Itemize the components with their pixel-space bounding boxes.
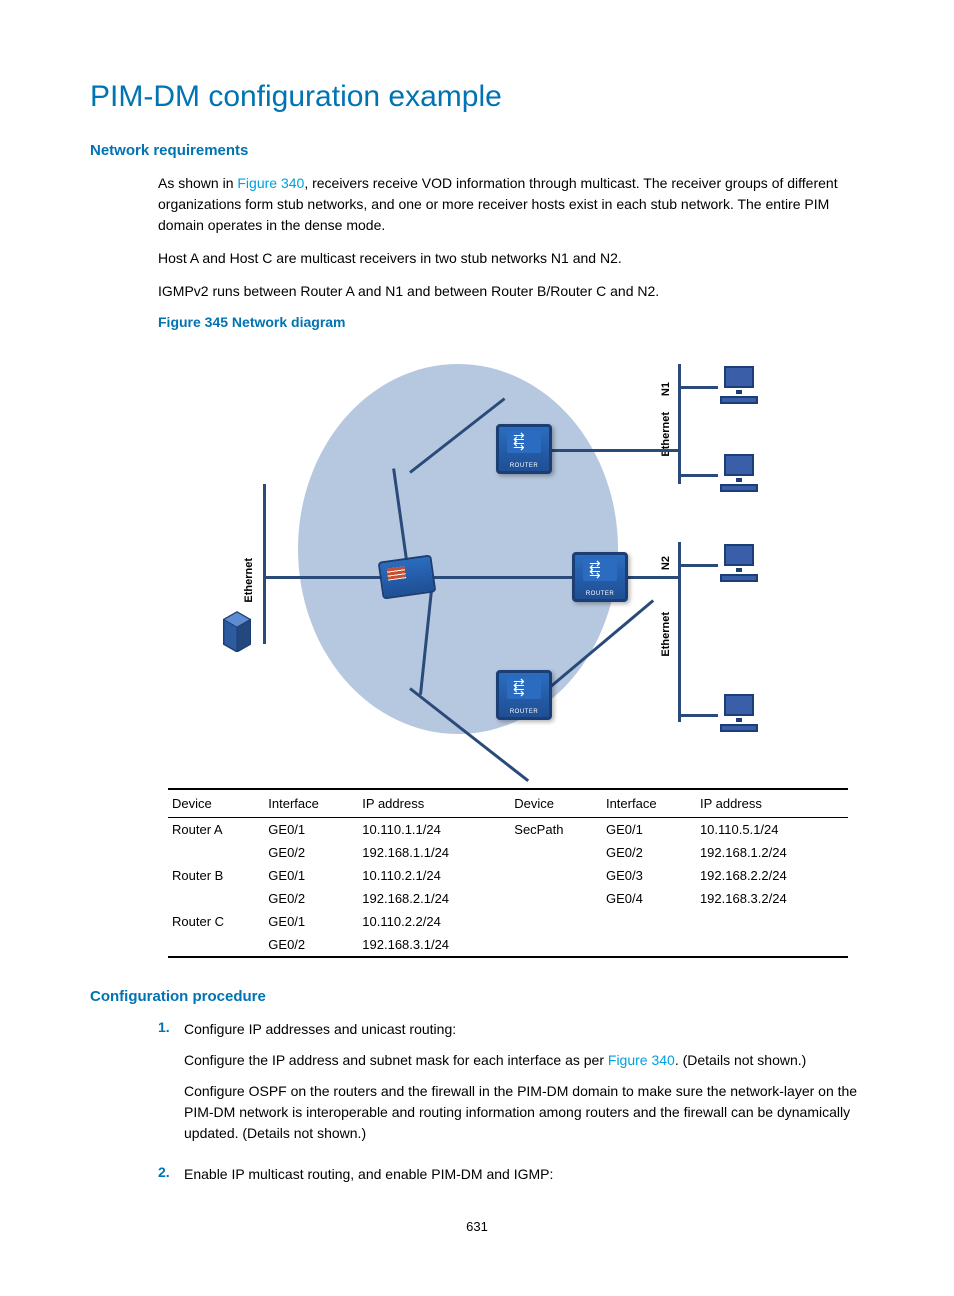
link-n2-vert	[678, 542, 681, 722]
link-server-firewall	[263, 576, 383, 579]
text-nr1-pre: As shown in	[158, 175, 237, 191]
link-ra-n1	[550, 449, 678, 452]
step1-p1-post: . (Details not shown.)	[675, 1052, 807, 1068]
section-network-requirements: Network requirements	[90, 142, 864, 159]
router-c-icon: ⇄⇆ROUTER	[496, 670, 552, 720]
router-b-icon: ⇄⇆ROUTER	[572, 552, 628, 602]
table-cell	[510, 887, 602, 910]
step1-para2: Configure OSPF on the routers and the fi…	[184, 1081, 864, 1144]
table-row: Router AGE0/110.110.1.1/24SecPathGE0/110…	[168, 818, 848, 842]
page-number: 631	[90, 1219, 864, 1234]
table-cell: 192.168.3.2/24	[696, 887, 848, 910]
server-icon	[218, 608, 256, 652]
table-cell: 192.168.2.2/24	[696, 864, 848, 887]
table-cell	[602, 910, 696, 933]
table-cell: 192.168.3.1/24	[358, 933, 510, 957]
ethernet-label-left: Ethernet	[243, 558, 255, 603]
figure-345-label: Figure 345 Network diagram	[158, 314, 864, 330]
table-cell	[602, 933, 696, 957]
table-cell: GE0/2	[264, 841, 358, 864]
table-cell: SecPath	[510, 818, 602, 842]
table-cell	[696, 910, 848, 933]
table-row: Router CGE0/110.110.2.2/24	[168, 910, 848, 933]
table-cell: GE0/2	[264, 933, 358, 957]
table-cell	[510, 841, 602, 864]
th-device-2: Device	[510, 789, 602, 818]
th-device-1: Device	[168, 789, 264, 818]
step2-heading: Enable IP multicast routing, and enable …	[184, 1164, 864, 1185]
table-cell	[696, 933, 848, 957]
step1-para1: Configure the IP address and subnet mask…	[184, 1050, 864, 1071]
host-a-icon	[716, 366, 762, 412]
n1-label: N1	[660, 382, 672, 396]
paragraph-nr3: IGMPv2 runs between Router A and N1 and …	[158, 281, 864, 302]
link-n1-host-b	[678, 474, 718, 477]
table-cell: GE0/3	[602, 864, 696, 887]
table-cell: Router C	[168, 910, 264, 933]
link-fw-router-b	[426, 576, 596, 579]
table-cell: 10.110.5.1/24	[696, 818, 848, 842]
section-config-procedure: Configuration procedure	[90, 988, 864, 1005]
procedure-step-1: 1. Configure IP addresses and unicast ro…	[158, 1019, 864, 1154]
link-n2-host-d	[678, 714, 718, 717]
link-figure-340-b[interactable]: Figure 340	[608, 1052, 675, 1068]
host-b-icon	[716, 454, 762, 500]
table-cell: GE0/1	[602, 818, 696, 842]
step-number-2: 2.	[158, 1164, 184, 1195]
link-n1-vert	[678, 364, 681, 484]
table-cell: 10.110.2.2/24	[358, 910, 510, 933]
table-cell: 192.168.1.2/24	[696, 841, 848, 864]
table-cell: GE0/2	[264, 887, 358, 910]
network-diagram: Ethernet Ethernet Ethernet N1 N2 ⇄⇆ROUTE…	[158, 344, 778, 764]
link-left-ethernet	[263, 484, 266, 644]
table-cell: GE0/1	[264, 818, 358, 842]
table-row: GE0/2192.168.1.1/24GE0/2192.168.1.2/24	[168, 841, 848, 864]
th-interface-2: Interface	[602, 789, 696, 818]
table-row: Router BGE0/110.110.2.1/24 GE0/3192.168.2…	[168, 864, 848, 887]
paragraph-nr2: Host A and Host C are multicast receiver…	[158, 248, 864, 269]
table-cell: GE0/4	[602, 887, 696, 910]
table-cell: GE0/1	[264, 910, 358, 933]
table-row: GE0/2192.168.3.1/24	[168, 933, 848, 957]
link-rb-n2	[620, 576, 678, 579]
table-cell	[510, 910, 602, 933]
table-cell: Router B	[168, 864, 264, 887]
n2-label: N2	[660, 556, 672, 570]
table-row: GE0/2192.168.2.1/24 GE0/4192.168.3.2/24	[168, 887, 848, 910]
host-c-icon	[716, 544, 762, 590]
table-cell: GE0/1	[264, 864, 358, 887]
table-header-row: Device Interface IP address Device Inter…	[168, 789, 848, 818]
procedure-step-2: 2. Enable IP multicast routing, and enab…	[158, 1164, 864, 1195]
step-number-1: 1.	[158, 1019, 184, 1154]
step1-heading: Configure IP addresses and unicast routi…	[184, 1019, 864, 1040]
table-cell: Router A	[168, 818, 264, 842]
table-cell: 192.168.2.1/24	[358, 887, 510, 910]
table-cell	[510, 864, 602, 887]
link-n2-host-c	[678, 564, 718, 567]
table-cell: 10.110.2.1/24	[358, 864, 510, 887]
table-cell	[168, 933, 264, 957]
th-ip-1: IP address	[358, 789, 510, 818]
link-figure-340[interactable]: Figure 340	[237, 175, 304, 191]
step1-p1-pre: Configure the IP address and subnet mask…	[184, 1052, 608, 1068]
page-title: PIM-DM configuration example	[90, 80, 864, 114]
router-a-icon: ⇄⇆ROUTER	[496, 424, 552, 474]
address-table: Device Interface IP address Device Inter…	[168, 788, 848, 958]
ethernet-label-n2-lower: Ethernet	[660, 612, 672, 657]
firewall-icon	[378, 554, 437, 599]
host-d-icon	[716, 694, 762, 740]
paragraph-nr1: As shown in Figure 340, receivers receiv…	[158, 173, 864, 236]
table-cell	[168, 887, 264, 910]
table-cell: GE0/2	[602, 841, 696, 864]
table-cell	[168, 841, 264, 864]
table-cell: 192.168.1.1/24	[358, 841, 510, 864]
table-cell: 10.110.1.1/24	[358, 818, 510, 842]
table-cell	[510, 933, 602, 957]
pim-domain-ellipse	[298, 364, 618, 734]
th-interface-1: Interface	[264, 789, 358, 818]
link-n1-host-a	[678, 386, 718, 389]
th-ip-2: IP address	[696, 789, 848, 818]
